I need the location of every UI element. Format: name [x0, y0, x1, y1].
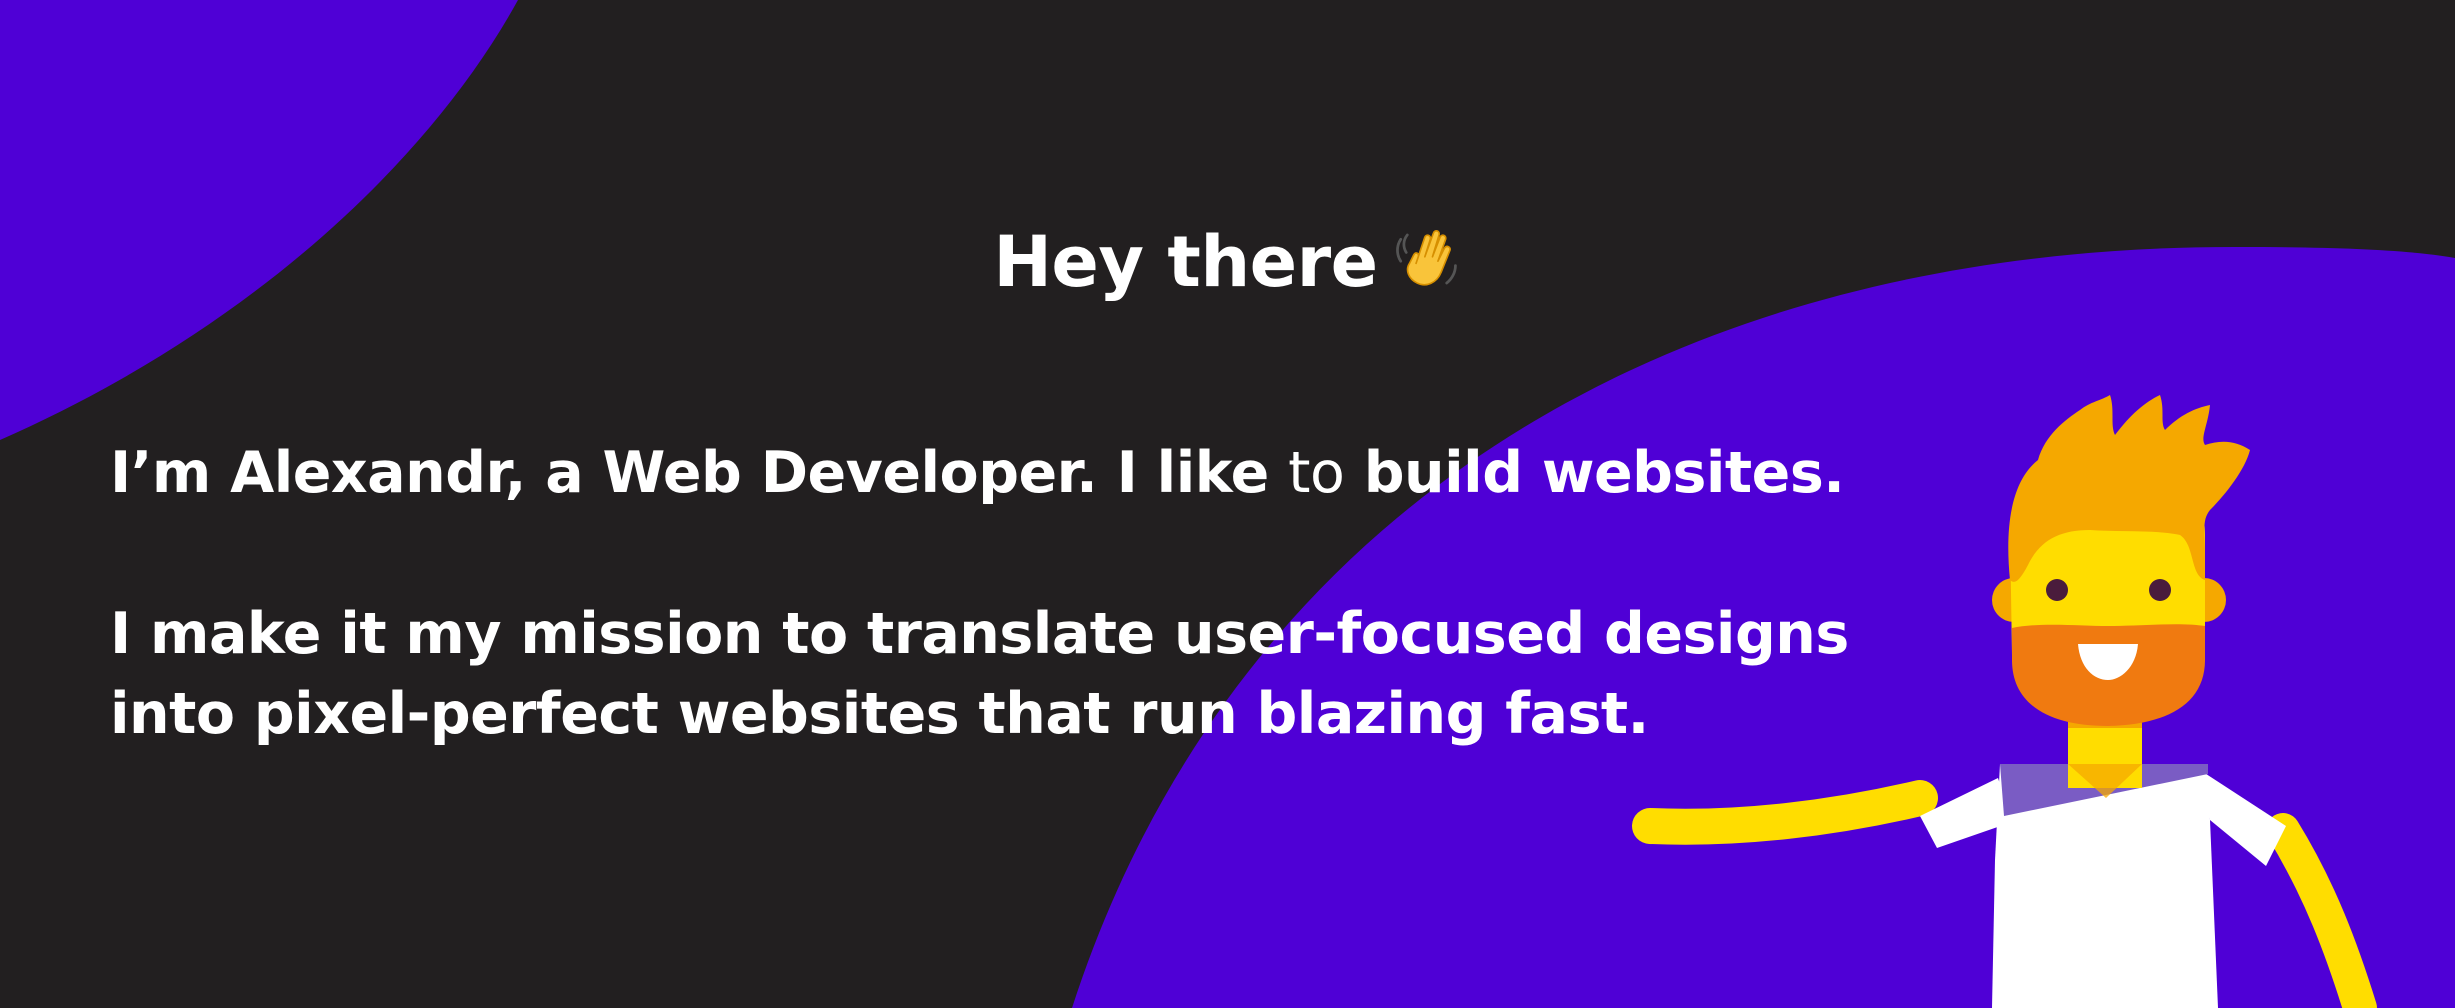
character-eye-right — [2149, 579, 2171, 601]
intro-paragraph: I’m Alexandr, a Web Developer. I like to… — [110, 433, 1845, 513]
character-eye-left — [2046, 579, 2068, 601]
mission-line-1: I make it my mission to translate user-f… — [110, 601, 1849, 667]
character-left-arm — [2266, 813, 2377, 1008]
mission-paragraph: I make it my mission to translate user-f… — [110, 594, 1849, 754]
waving-hand-icon — [1395, 230, 1457, 286]
character-left-sleeve — [2200, 770, 2286, 866]
intro-text-3: build websites. — [1363, 440, 1845, 506]
intro-text-2: to — [1288, 440, 1345, 506]
greeting-text: Hey there — [993, 221, 1378, 303]
intro-text-1: I’m Alexandr, a Web Developer. I like — [110, 440, 1269, 506]
hero-section: Hey there I’m Alexandr, a Web Developer.… — [0, 0, 2455, 1008]
mission-line-2: into pixel-perfect websites that run bla… — [110, 681, 1649, 747]
character-right-arm — [1632, 780, 1938, 845]
greeting-heading: Hey there — [0, 220, 2455, 304]
